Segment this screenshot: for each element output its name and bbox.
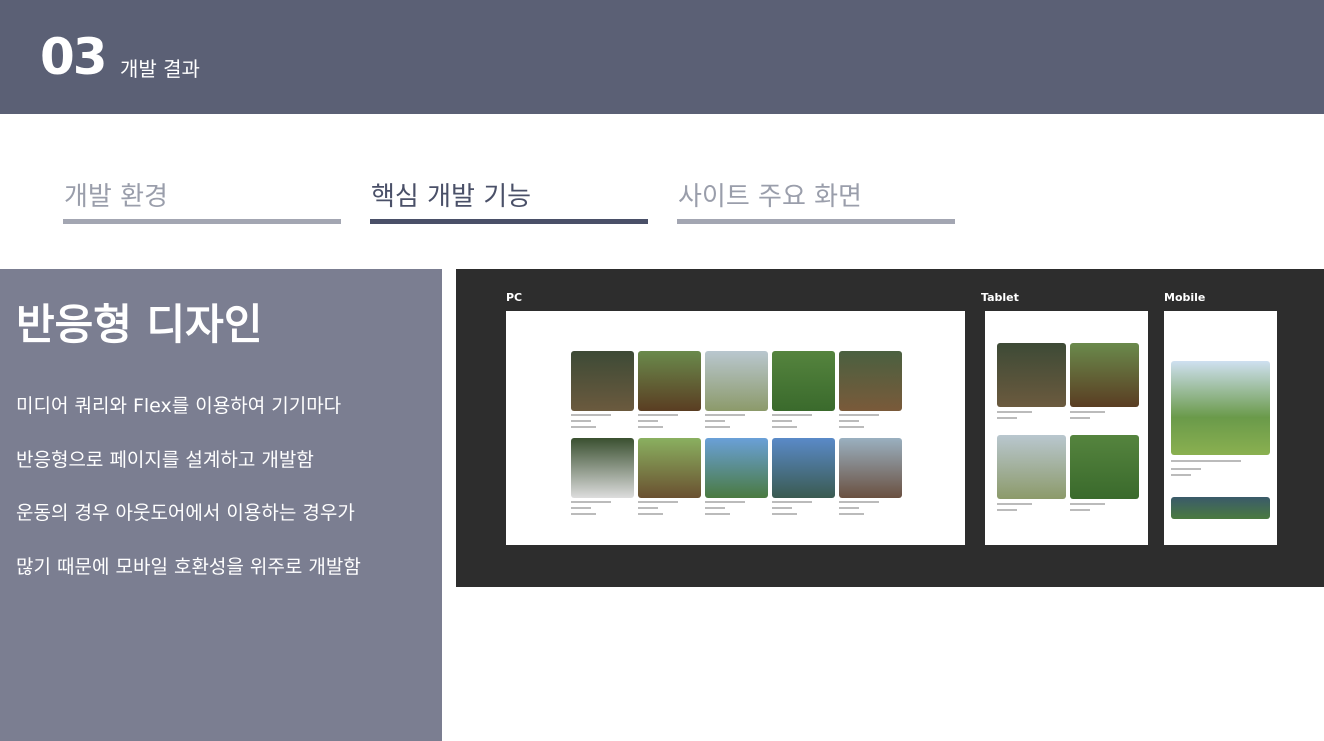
listing-text [772, 426, 797, 428]
listing-image[interactable] [997, 435, 1066, 499]
mobile-label: Mobile [1164, 291, 1206, 304]
tab-underline [63, 219, 341, 224]
listing-text [772, 507, 792, 509]
listing-text [772, 513, 797, 515]
listing-text [705, 426, 730, 428]
tab-label: 핵심 개발 기능 [371, 182, 532, 212]
listing-text [571, 513, 596, 515]
listing-text [1070, 503, 1105, 505]
listing-text [571, 507, 591, 509]
listing-text [839, 507, 859, 509]
panel-title: 반응형 디자인 [16, 300, 263, 349]
listing-image[interactable] [772, 438, 835, 498]
listing-image[interactable] [638, 438, 701, 498]
listing-image[interactable] [839, 351, 902, 411]
listing-text [638, 501, 678, 503]
listing-text [705, 507, 725, 509]
listing-image[interactable] [571, 351, 634, 411]
listing-image[interactable] [1070, 343, 1139, 407]
listing-image[interactable] [1171, 361, 1270, 455]
section-title: 개발 결과 [120, 57, 200, 81]
pc-screenshot [506, 311, 965, 545]
listing-image[interactable] [571, 438, 634, 498]
tab-label: 개발 환경 [64, 182, 168, 212]
listing-text [1070, 509, 1090, 511]
tab-underline [370, 219, 648, 224]
listing-image[interactable] [1070, 435, 1139, 499]
listing-text [997, 503, 1032, 505]
listing-text [571, 426, 596, 428]
listing-text [571, 420, 591, 422]
mobile-screenshot [1164, 311, 1277, 545]
listing-text [839, 414, 879, 416]
listing-text [638, 513, 663, 515]
description-line: 미디어 쿼리와 Flex를 이용하여 기기마다 [16, 395, 342, 417]
tab-main-screens[interactable]: 사이트 주요 화면 [677, 176, 955, 224]
description-panel: 반응형 디자인 미디어 쿼리와 Flex를 이용하여 기기마다 반응형으로 페이… [0, 269, 442, 741]
listing-text [1171, 468, 1201, 470]
listing-text [772, 501, 812, 503]
listing-text [1171, 474, 1191, 476]
listing-text [571, 501, 611, 503]
listing-text [772, 420, 792, 422]
listing-text [997, 411, 1032, 413]
listing-text [638, 426, 663, 428]
description-line: 반응형으로 페이지를 설계하고 개발함 [16, 449, 314, 471]
header-bar: 03 개발 결과 [0, 0, 1324, 114]
pc-label: PC [506, 291, 523, 304]
listing-text [638, 414, 678, 416]
tab-dev-environment[interactable]: 개발 환경 [63, 176, 341, 224]
listing-text [705, 501, 745, 503]
listing-image[interactable] [638, 351, 701, 411]
listing-text [839, 513, 864, 515]
listing-image[interactable] [772, 351, 835, 411]
listing-text [571, 414, 611, 416]
tablet-screenshot [985, 311, 1148, 545]
tab-label: 사이트 주요 화면 [678, 182, 862, 212]
listing-text [705, 420, 725, 422]
tablet-label: Tablet [981, 291, 1019, 304]
listing-text [997, 509, 1017, 511]
listing-text [705, 513, 730, 515]
listing-image[interactable] [705, 351, 768, 411]
listing-image[interactable] [1171, 497, 1270, 519]
listing-image[interactable] [997, 343, 1066, 407]
listing-text [1171, 460, 1241, 462]
listing-text [839, 420, 859, 422]
listing-text [705, 414, 745, 416]
listing-image[interactable] [705, 438, 768, 498]
listing-image[interactable] [839, 438, 902, 498]
responsive-showcase: PC Tablet Mobile [456, 269, 1324, 587]
description-line: 운동의 경우 아웃도어에서 이용하는 경우가 [16, 502, 355, 524]
listing-text [1070, 417, 1090, 419]
description-line: 많기 때문에 모바일 호환성을 위주로 개발함 [16, 556, 361, 578]
listing-text [638, 507, 658, 509]
tab-core-features[interactable]: 핵심 개발 기능 [370, 176, 648, 224]
listing-text [839, 426, 864, 428]
listing-text [638, 420, 658, 422]
listing-text [772, 414, 812, 416]
listing-text [1070, 411, 1105, 413]
listing-text [997, 417, 1017, 419]
section-number: 03 [40, 28, 108, 86]
listing-text [839, 501, 879, 503]
tab-underline [677, 219, 955, 224]
